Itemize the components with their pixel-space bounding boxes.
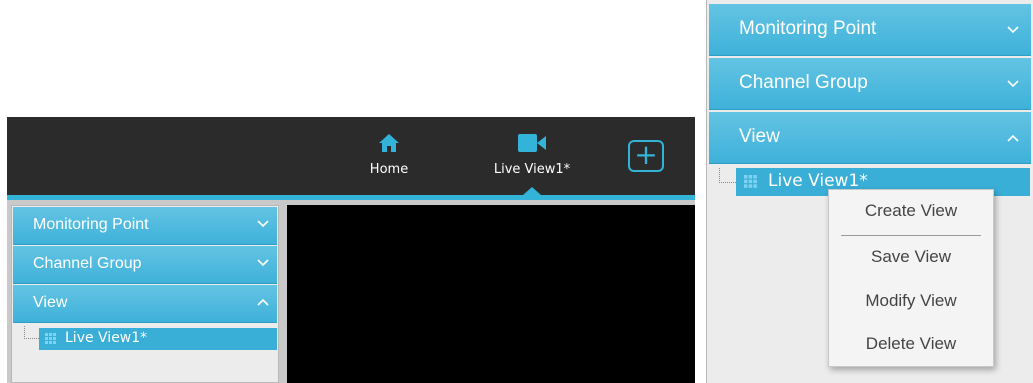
nav-live-view[interactable]: Live View1* bbox=[477, 117, 587, 195]
chevron-down-icon[interactable] bbox=[1007, 26, 1019, 34]
section-view[interactable]: View bbox=[13, 285, 277, 323]
section-title: Channel Group bbox=[33, 255, 142, 272]
menu-delete-view[interactable]: Delete View bbox=[829, 324, 993, 364]
section-monitoring-point[interactable]: Monitoring Point bbox=[13, 207, 277, 245]
tree-connector bbox=[719, 168, 736, 183]
menu-separator bbox=[841, 235, 981, 236]
live-view-text: Live View1 bbox=[493, 162, 564, 177]
tree-item-label: Live View1* bbox=[65, 330, 147, 346]
section-title: View bbox=[33, 294, 68, 311]
content-area: Monitoring Point Channel Group View Live… bbox=[7, 200, 695, 383]
active-tab-pointer bbox=[523, 187, 541, 195]
tree-item-live-view[interactable]: Live View1* bbox=[39, 328, 277, 350]
section-title: View bbox=[739, 126, 780, 147]
plus-icon: + bbox=[634, 138, 658, 171]
main-window: Home Live View1* + Monitoring Point Chan… bbox=[7, 117, 695, 383]
top-navigation-bar: Home Live View1* + bbox=[7, 117, 695, 195]
chevron-down-icon[interactable] bbox=[257, 220, 269, 228]
nav-live-view-label: Live View1* bbox=[477, 162, 587, 177]
unsaved-star: * bbox=[563, 162, 571, 177]
nav-home[interactable]: Home bbox=[359, 117, 419, 195]
chevron-down-icon[interactable] bbox=[1007, 80, 1019, 88]
section-view[interactable]: View bbox=[709, 112, 1031, 164]
tree-connector bbox=[24, 326, 39, 339]
add-tab-button[interactable]: + bbox=[628, 140, 664, 172]
section-channel-group[interactable]: Channel Group bbox=[13, 246, 277, 284]
unsaved-star: * bbox=[859, 171, 868, 191]
section-monitoring-point[interactable]: Monitoring Point bbox=[709, 4, 1031, 56]
menu-create-view[interactable]: Create View bbox=[829, 191, 993, 231]
section-channel-group[interactable]: Channel Group bbox=[709, 58, 1031, 110]
camera-icon bbox=[518, 134, 546, 152]
menu-modify-view[interactable]: Modify View bbox=[829, 281, 993, 321]
menu-save-view[interactable]: Save View bbox=[829, 237, 993, 277]
chevron-down-icon[interactable] bbox=[257, 259, 269, 267]
context-menu: Create View Save View Modify View Delete… bbox=[828, 189, 994, 367]
tree-item-label: Live View1* bbox=[768, 171, 868, 191]
nav-home-label: Home bbox=[369, 162, 409, 177]
section-title: Monitoring Point bbox=[739, 18, 877, 39]
view-name: Live View1 bbox=[65, 330, 141, 346]
section-title: Monitoring Point bbox=[33, 216, 149, 233]
home-icon bbox=[379, 134, 399, 152]
view-name: Live View1 bbox=[768, 171, 860, 191]
chevron-up-icon[interactable] bbox=[257, 298, 269, 306]
left-sidebar: Monitoring Point Channel Group View Live… bbox=[11, 205, 279, 383]
grid-icon bbox=[45, 333, 56, 344]
section-title: Channel Group bbox=[739, 72, 868, 93]
video-display-area[interactable] bbox=[287, 205, 695, 383]
unsaved-star: * bbox=[140, 330, 148, 346]
chevron-up-icon[interactable] bbox=[1007, 134, 1019, 142]
grid-icon bbox=[744, 175, 757, 188]
